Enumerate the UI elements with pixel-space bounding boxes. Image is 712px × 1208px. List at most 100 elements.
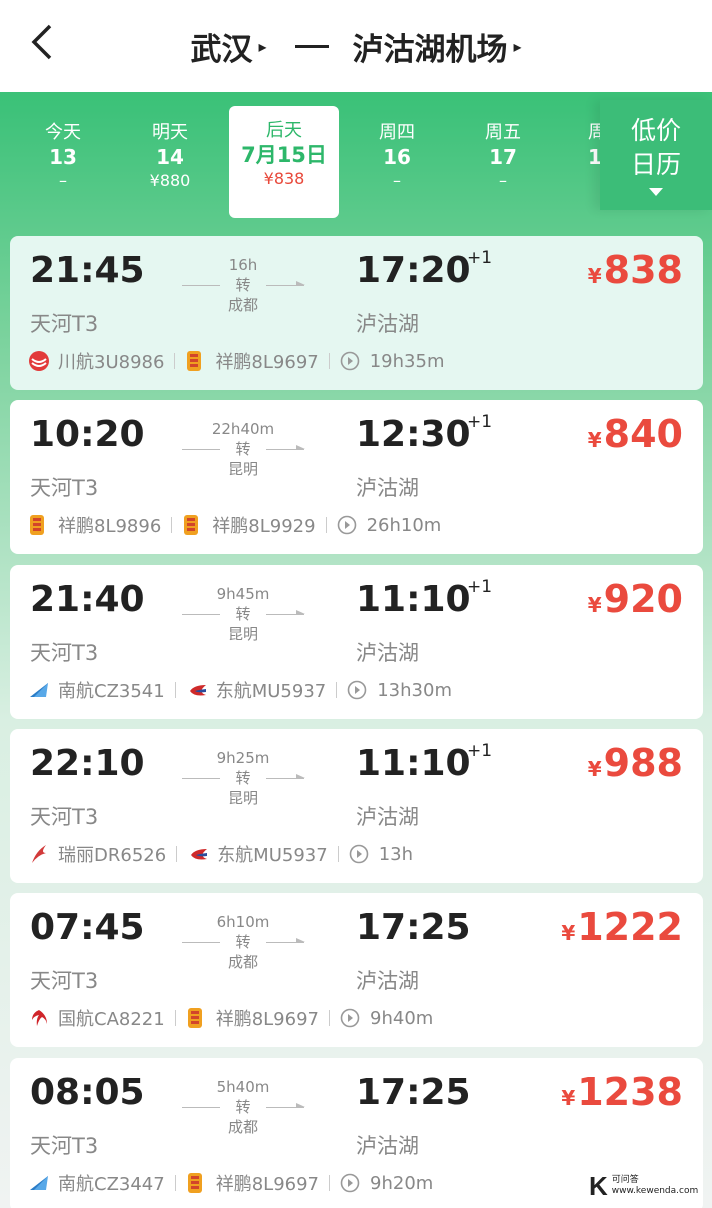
currency-symbol: ¥ xyxy=(587,428,602,452)
leg-duration: 16h xyxy=(228,256,258,274)
date-day: 17 xyxy=(489,145,517,169)
luckyair-icon xyxy=(185,350,207,372)
watermark-text: 可问答 xyxy=(611,1175,639,1185)
price-value: 920 xyxy=(603,577,683,621)
divider xyxy=(176,846,178,862)
flight-card[interactable]: 21:45 天河T3 16h 转成都 17:20 +1 泸沽湖 ¥838 川航3U8986 祥鹏8… xyxy=(10,236,703,390)
departure-time: 08:05 xyxy=(30,1072,145,1113)
china-southern-icon xyxy=(28,1172,50,1194)
sichuan-airlines-icon xyxy=(28,350,50,372)
date-tab[interactable]: 明天 14 ¥880 xyxy=(116,122,224,192)
arrival-airport: 泸沽湖 xyxy=(356,312,419,336)
transfer-info: 5h40m 转成都 xyxy=(182,1078,305,1136)
flight-price: ¥840 xyxy=(588,412,683,456)
transfer-info: 6h10m 转成都 xyxy=(182,913,305,971)
transfer-info: 22h40m 转昆明 xyxy=(182,420,305,478)
air-china-icon xyxy=(28,1007,50,1029)
date-price: – xyxy=(499,171,507,190)
date-weekday: 明天 xyxy=(152,122,188,143)
transfer-info: 9h45m 转昆明 xyxy=(182,585,305,643)
currency-symbol: ¥ xyxy=(587,264,602,288)
flight-price: ¥988 xyxy=(588,741,683,785)
total-duration: 9h40m xyxy=(370,1007,434,1029)
flight-meta: 南航CZ3447 祥鹏8L9697 9h20m xyxy=(28,1170,433,1196)
transfer-city: 昆明 xyxy=(227,789,258,807)
date-price: ¥838 xyxy=(263,169,305,188)
flight-card[interactable]: 07:45 天河T3 6h10m 转成都 17:25 泸沽湖 ¥1222 国航CA8221 祥鹏… xyxy=(10,893,703,1047)
arrival-airport: 泸沽湖 xyxy=(356,1134,419,1158)
origin-city: 武汉 xyxy=(190,31,253,68)
departure-airport: 天河T3 xyxy=(30,476,99,500)
departure-airport: 天河T3 xyxy=(30,805,99,829)
departure-time: 21:40 xyxy=(30,579,145,620)
flight-card[interactable]: 21:40 天河T3 9h45m 转昆明 11:10 +1 泸沽湖 ¥920 南航CZ3541 东… xyxy=(10,565,703,719)
airline-flight-2: 祥鹏8L9697 xyxy=(215,1009,319,1030)
arrival-airport: 泸沽湖 xyxy=(356,641,419,665)
flight-card[interactable]: 22:10 天河T3 9h25m 转昆明 11:10 +1 泸沽湖 ¥988 瑞丽DR6526 东… xyxy=(10,729,703,883)
transfer-info: 9h25m 转昆明 xyxy=(182,749,305,807)
calendar-label-line2: 日历 xyxy=(630,150,681,179)
airline-flight-2: 东航MU5937 xyxy=(217,845,328,866)
flight-meta: 祥鹏8L9896 祥鹏8L9929 26h10m xyxy=(28,512,441,538)
date-tab[interactable]: 周四 16 – xyxy=(343,122,451,192)
leg-duration: 9h25m xyxy=(216,749,270,767)
airline-flight-1: 川航3U8986 xyxy=(58,352,165,373)
total-duration: 19h35m xyxy=(369,350,445,372)
date-day: 16 xyxy=(383,145,411,169)
clock-icon xyxy=(340,351,360,371)
arrival-time: 11:10 xyxy=(356,579,471,620)
date-price: – xyxy=(393,171,401,190)
transfer-city: 成都 xyxy=(227,1118,258,1136)
date-tab[interactable]: 今天 13 – xyxy=(9,122,117,192)
currency-symbol: ¥ xyxy=(587,757,602,781)
departure-airport: 天河T3 xyxy=(30,969,99,993)
date-tab-selected[interactable]: 后天 7月15日 ¥838 xyxy=(229,106,339,218)
low-price-calendar-button[interactable]: 低价 日历 xyxy=(600,100,712,210)
price-value: 838 xyxy=(603,248,683,292)
price-value: 988 xyxy=(603,741,683,785)
departure-time: 22:10 xyxy=(30,743,145,784)
departure-time: 07:45 xyxy=(30,907,145,948)
price-value: 1238 xyxy=(577,1070,683,1114)
caret-right-icon: ▸ xyxy=(513,36,522,56)
date-price: – xyxy=(59,171,67,190)
total-duration: 9h20m xyxy=(370,1172,434,1194)
flight-meta: 川航3U8986 祥鹏8L9697 19h35m xyxy=(28,348,445,374)
total-duration: 13h30m xyxy=(377,679,452,701)
airline-flight-2: 祥鹏8L9697 xyxy=(215,352,319,373)
divider xyxy=(337,846,339,862)
flight-price: ¥838 xyxy=(588,248,683,292)
departure-airport: 天河T3 xyxy=(30,641,99,665)
calendar-label-line1: 低价 xyxy=(630,116,681,145)
flight-price: ¥920 xyxy=(588,577,683,621)
caret-right-icon: ▸ xyxy=(258,36,267,56)
route-title[interactable]: 武汉 ▸ 泸沽湖机场 ▸ xyxy=(190,24,521,69)
departure-airport: 天河T3 xyxy=(30,1134,99,1158)
ruili-airlines-icon xyxy=(28,843,50,865)
date-selector: 今天 13 – 明天 14 ¥880 后天 7月15日 ¥838 周四 16 –… xyxy=(0,92,712,230)
date-weekday: 今天 xyxy=(45,122,81,143)
currency-symbol: ¥ xyxy=(561,1086,576,1110)
transfer-row: 转 xyxy=(182,931,305,953)
price-value: 1222 xyxy=(577,905,683,949)
chevron-left-icon xyxy=(31,24,52,60)
airline-flight-2: 祥鹏8L9697 xyxy=(215,1174,320,1195)
date-tab[interactable]: 周五 17 – xyxy=(449,122,557,192)
back-button[interactable] xyxy=(22,22,62,62)
leg-duration: 6h10m xyxy=(216,913,270,931)
flight-card[interactable]: 10:20 天河T3 22h40m 转昆明 12:30 +1 泸沽湖 ¥840 祥鹏8L9896… xyxy=(10,400,703,554)
leg-duration: 9h45m xyxy=(216,585,270,603)
watermark-logo: K 可问答 www.kewenda.com xyxy=(583,1170,698,1202)
total-duration: 26h10m xyxy=(366,514,442,536)
divider xyxy=(171,517,173,533)
next-day-marker: +1 xyxy=(467,741,493,761)
divider xyxy=(325,517,327,533)
china-southern-icon xyxy=(28,679,50,701)
flight-price: ¥1238 xyxy=(561,1070,683,1114)
arrival-time: 11:10 xyxy=(356,743,471,784)
arrival-time: 17:20 xyxy=(356,250,471,291)
flight-meta: 国航CA8221 祥鹏8L9697 9h40m xyxy=(28,1005,433,1031)
next-day-marker: +1 xyxy=(467,577,493,597)
currency-symbol: ¥ xyxy=(587,593,602,617)
divider xyxy=(329,1175,331,1191)
